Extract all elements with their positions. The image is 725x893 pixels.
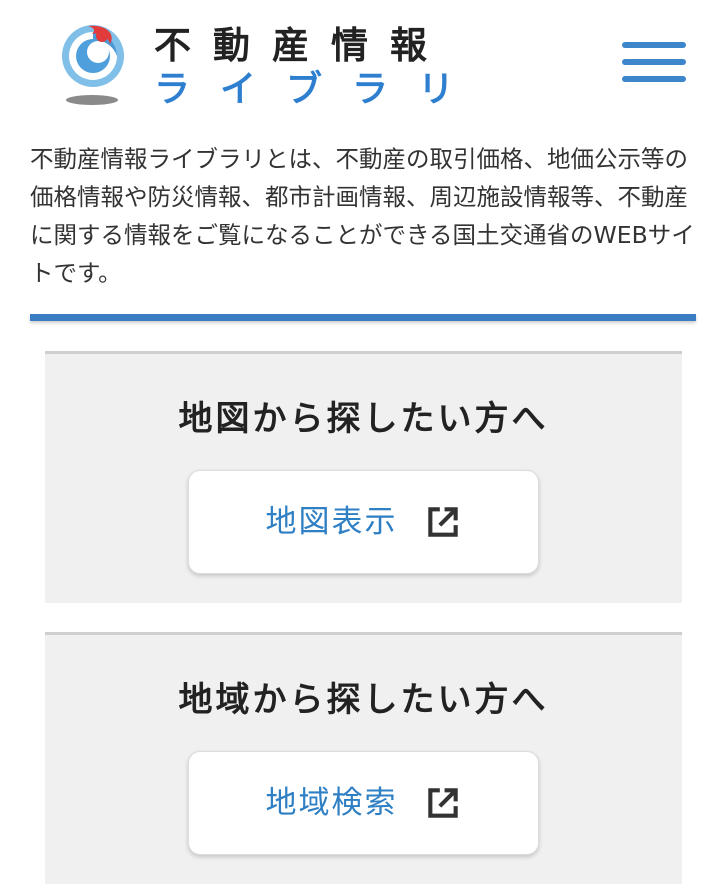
area-search-label: 地域検索	[265, 785, 398, 821]
logo-title-line1: 不動産情報	[154, 24, 449, 67]
menu-bar	[622, 42, 686, 48]
site-logo[interactable]: 不動産情報 ライブラリ	[58, 18, 458, 110]
menu-bar	[622, 76, 686, 82]
intro-description: 不動産情報ライブラリとは、不動産の取引価格、地価公示等の価格情報や防災情報、都市…	[30, 145, 695, 287]
site-header: 不動産情報 ライブラリ	[0, 0, 725, 120]
external-link-icon	[427, 507, 458, 537]
section-title-area: 地域から探したい方へ	[178, 680, 549, 720]
area-search-section: 地域から探したい方へ 地域検索	[45, 632, 682, 884]
map-search-section: 地図から探したい方へ 地図表示	[45, 351, 682, 603]
header-divider	[30, 314, 696, 321]
map-display-label: 地図表示	[265, 504, 398, 540]
page: 不動産情報 ライブラリ 不動産情報ライブラリとは、不動産の取引価格、地価公示等の…	[0, 0, 725, 893]
map-display-button[interactable]: 地図表示	[188, 470, 539, 574]
hamburger-menu-icon[interactable]	[622, 38, 686, 88]
logo-title-line2: ライブラリ	[154, 69, 485, 110]
mlit-logo-icon	[62, 25, 124, 105]
menu-bar	[622, 59, 686, 65]
section-title-map: 地図から探したい方へ	[178, 399, 549, 439]
external-link-icon	[427, 788, 458, 818]
area-search-button[interactable]: 地域検索	[188, 751, 539, 855]
